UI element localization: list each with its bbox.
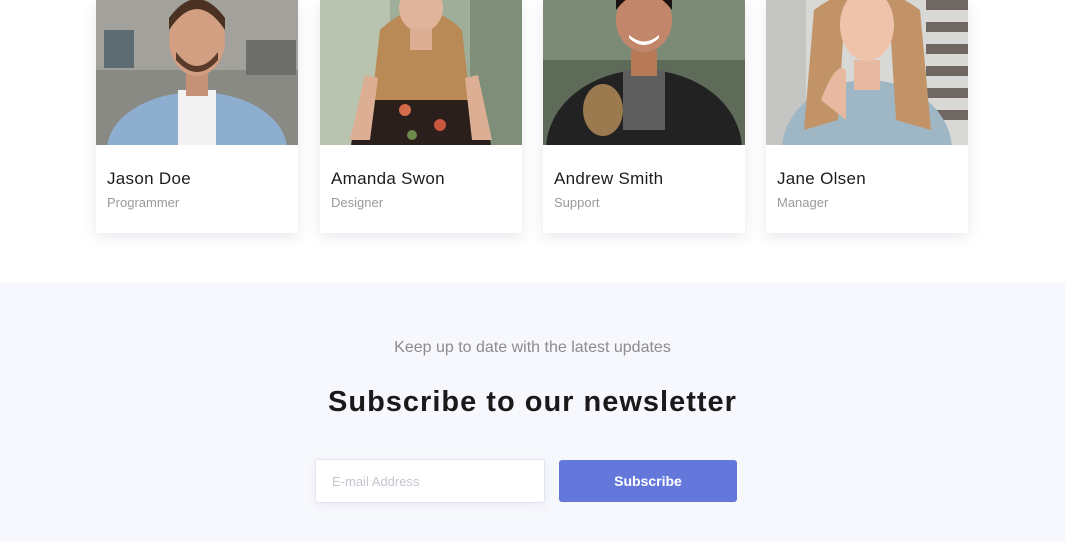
newsletter-section: Keep up to date with the latest updates … [0, 283, 1065, 542]
team-card-jason: Jason Doe Programmer [96, 0, 298, 233]
member-name: Jason Doe [107, 169, 191, 188]
newsletter-title: Subscribe to our newsletter [328, 386, 737, 418]
newsletter-kicker: Keep up to date with the latest updates [394, 339, 671, 356]
member-role: Programmer [107, 195, 180, 210]
team-card-jane: Jane Olsen Manager [766, 0, 968, 233]
member-name: Andrew Smith [554, 169, 664, 188]
team-photo-jane [766, 0, 968, 145]
member-role: Designer [331, 195, 384, 210]
member-name: Jane Olsen [777, 169, 866, 188]
team-card-andrew: Andrew Smith Support [543, 0, 745, 233]
email-input[interactable] [315, 459, 545, 503]
team-section: Jason Doe Programmer Amanda Swon Designe… [0, 0, 1065, 283]
team-photo-andrew [543, 0, 745, 145]
team-photo-jason [96, 0, 298, 145]
team-card-amanda: Amanda Swon Designer [320, 0, 522, 233]
page: Jason Doe Programmer Amanda Swon Designe… [0, 0, 1065, 542]
member-role: Manager [777, 195, 829, 210]
member-role: Support [554, 195, 600, 210]
team-photo-amanda [320, 0, 522, 145]
member-name: Amanda Swon [331, 169, 445, 188]
subscribe-button[interactable]: Subscribe [559, 460, 737, 502]
